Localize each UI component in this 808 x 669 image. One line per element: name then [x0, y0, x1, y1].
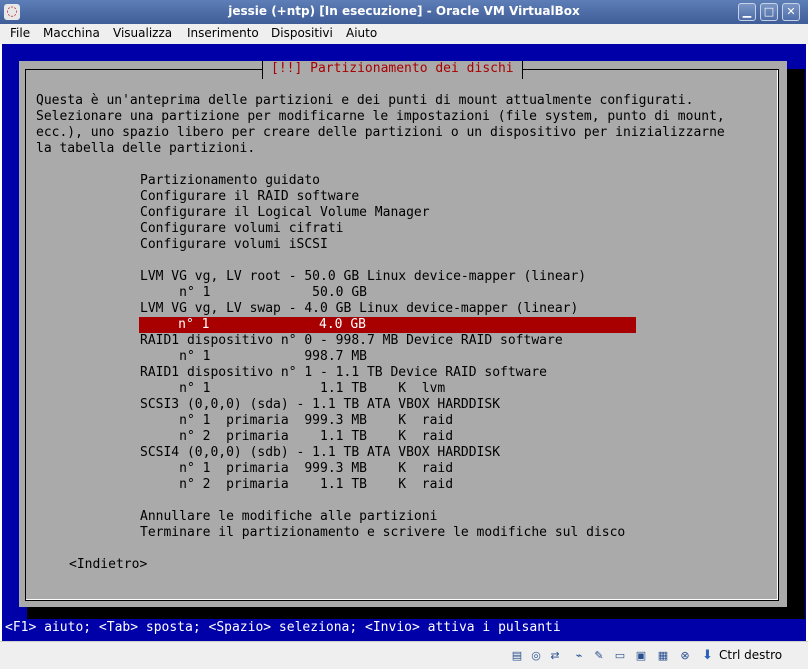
partition-row[interactable]: n° 1 50.0 GB: [140, 285, 367, 301]
partition-row[interactable]: n° 1 998.7 MB: [140, 349, 367, 365]
menu-aiuto[interactable]: Aiuto: [346, 26, 377, 40]
intro-line: la tabella delle partizioni.: [36, 141, 256, 156]
partition-row[interactable]: LVM VG vg, LV root - 50.0 GB Linux devic…: [140, 269, 586, 285]
menu-configure-iscsi[interactable]: Configurare volumi iSCSI: [140, 237, 328, 253]
partition-row-selected[interactable]: n° 1 4.0 GB: [139, 317, 636, 333]
video-capture-icon[interactable]: ▦: [655, 648, 671, 664]
usb-icon[interactable]: ⌁: [571, 648, 587, 664]
help-line: <F1> aiuto; <Tab> sposta; <Spazio> selez…: [2, 620, 806, 636]
network-icon[interactable]: ⇄: [547, 648, 563, 664]
undo-changes-item[interactable]: Annullare le modifiche alle partizioni: [140, 509, 437, 525]
menu-partizionamento-guidato[interactable]: Partizionamento guidato: [140, 173, 320, 189]
partition-row[interactable]: SCSI4 (0,0,0) (sdb) - 1.1 TB ATA VBOX HA…: [140, 445, 500, 461]
minimize-icon[interactable]: ▁: [738, 3, 756, 21]
menu-dispositivi[interactable]: Dispositivi: [271, 26, 333, 40]
finish-partitioning-item[interactable]: Terminare il partizionamento e scrivere …: [140, 525, 625, 541]
intro-line: Questa è un'anteprima delle partizioni e…: [36, 93, 694, 108]
intro-line: Selezionare una partizione per modificar…: [36, 109, 725, 124]
back-button[interactable]: <Indietro>: [69, 557, 147, 573]
mouse-integration-icon[interactable]: ⬇: [702, 648, 716, 664]
hard-disk-icon[interactable]: ▤: [509, 648, 525, 664]
close-icon[interactable]: ✕: [782, 3, 800, 21]
menu-inserimento[interactable]: Inserimento: [187, 26, 259, 40]
optical-disk-icon[interactable]: ◎: [528, 648, 544, 664]
menu-macchina[interactable]: Macchina: [43, 26, 100, 40]
partition-row[interactable]: SCSI3 (0,0,0) (sda) - 1.1 TB ATA VBOX HA…: [140, 397, 500, 413]
menu-bar: File Macchina Visualizza Inserimento Dis…: [0, 24, 808, 44]
intro-line: ecc.), uno spazio libero per creare dell…: [36, 125, 725, 140]
pencil-icon[interactable]: ✎: [591, 648, 607, 664]
partition-row[interactable]: n° 2 primaria 1.1 TB K raid: [140, 429, 453, 445]
partition-row[interactable]: LVM VG vg, LV swap - 4.0 GB Linux device…: [140, 301, 578, 317]
menu-configure-raid[interactable]: Configurare il RAID software: [140, 189, 359, 205]
partition-row-selected-text: n° 1 4.0 GB: [139, 317, 366, 332]
menu-configure-lvm[interactable]: Configurare il Logical Volume Manager: [140, 205, 430, 221]
menu-configure-encrypted[interactable]: Configurare volumi cifrati: [140, 221, 344, 237]
partition-row[interactable]: n° 1 primaria 999.3 MB K raid: [140, 461, 453, 477]
dialog-title: [!!] Partizionamento dei dischi: [262, 61, 523, 79]
title-bar[interactable]: ◌ jessie (+ntp) [In esecuzione] - Oracle…: [0, 0, 808, 24]
window-title: jessie (+ntp) [In esecuzione] - Oracle V…: [228, 4, 580, 18]
display-icon[interactable]: ▣: [633, 648, 649, 664]
partition-row[interactable]: n° 2 primaria 1.1 TB K raid: [140, 477, 453, 493]
menu-visualizza[interactable]: Visualizza: [113, 26, 172, 40]
maximize-icon[interactable]: □: [760, 3, 778, 21]
status-bar: ▤ ◎ ⇄ ⌁ ✎ ▭ ▣ ▦ ⊗ ⬇ Ctrl destro: [0, 641, 808, 669]
menu-file[interactable]: File: [10, 26, 30, 40]
shared-folder-icon[interactable]: ▭: [612, 648, 628, 664]
partition-row[interactable]: n° 1 1.1 TB K lvm: [140, 381, 445, 397]
partition-row[interactable]: RAID1 dispositivo n° 1 - 1.1 TB Device R…: [140, 365, 547, 381]
partition-row[interactable]: n° 1 primaria 999.3 MB K raid: [140, 413, 453, 429]
partition-row[interactable]: RAID1 dispositivo n° 0 - 998.7 MB Device…: [140, 333, 563, 349]
cpu-icon[interactable]: ⊗: [677, 648, 693, 664]
host-key-label: Ctrl destro: [719, 648, 783, 662]
